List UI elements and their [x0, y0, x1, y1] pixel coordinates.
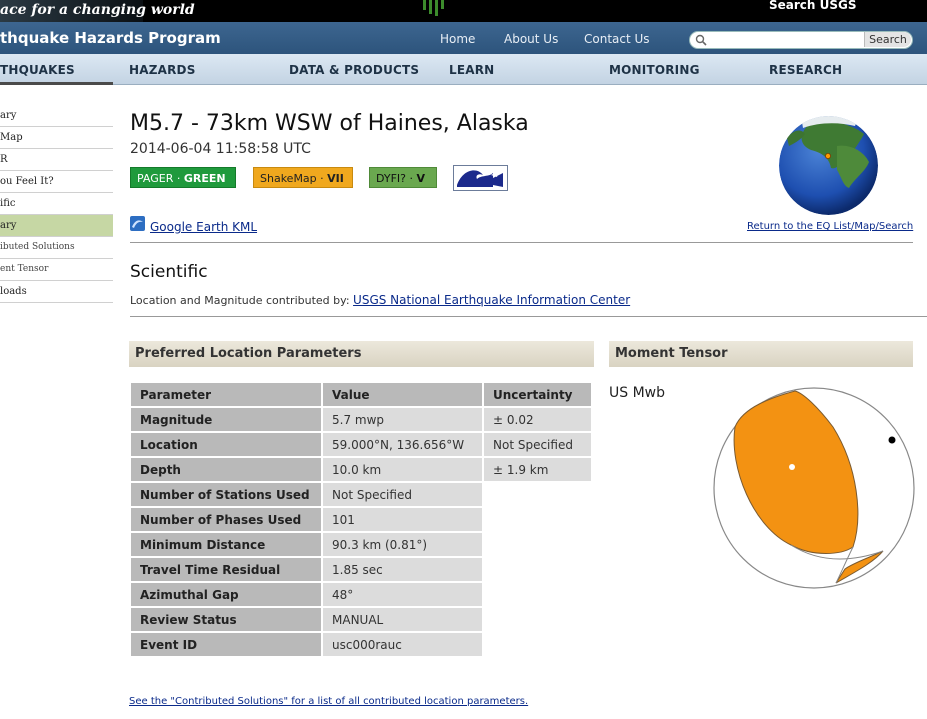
param-name: Minimum Distance — [131, 533, 321, 556]
divider — [130, 242, 913, 243]
home-link[interactable]: Home — [440, 32, 475, 46]
nav-research[interactable]: RESEARCH — [769, 63, 842, 77]
param-name: Number of Phases Used — [131, 508, 321, 531]
param-name: Event ID — [131, 633, 321, 656]
param-value: 48° — [323, 583, 482, 606]
shakemap-badge[interactable]: ShakeMap · VII — [253, 167, 353, 188]
preferred-location-heading: Preferred Location Parameters — [129, 341, 594, 367]
neic-link[interactable]: USGS National Earthquake Information Cen… — [353, 293, 630, 307]
param-uncertainty: Not Specified — [484, 433, 591, 456]
event-title: M5.7 - 73km WSW of Haines, Alaska — [130, 111, 529, 136]
usgs-tagline: ace for a changing world — [0, 2, 195, 18]
sidebar-item-summary[interactable]: ary — [0, 105, 113, 127]
contact-us-link[interactable]: Contact Us — [584, 32, 650, 46]
param-value: usc000rauc — [323, 633, 482, 656]
param-value: 101 — [323, 508, 482, 531]
pager-badge[interactable]: PAGER · GREEN — [130, 167, 236, 188]
dyfi-badge-label: DYFI? · — [376, 172, 417, 185]
return-to-eq-list-link[interactable]: Return to the EQ List/Map/Search — [747, 221, 913, 232]
pager-badge-label: PAGER · — [137, 172, 184, 185]
pager-badge-value: GREEN — [183, 172, 226, 185]
table-row: Minimum Distance 90.3 km (0.81°) — [131, 533, 591, 556]
param-value: MANUAL — [323, 608, 482, 631]
table-row: Event ID usc000rauc — [131, 633, 591, 656]
shakemap-badge-value: VII — [327, 172, 344, 185]
nav-learn[interactable]: LEARN — [449, 63, 494, 77]
param-uncertainty: ± 1.9 km — [484, 458, 591, 481]
program-title[interactable]: thquake Hazards Program — [0, 29, 221, 47]
column-parameter: Parameter — [131, 383, 321, 406]
table-row: Number of Stations Used Not Specified — [131, 483, 591, 506]
moment-tensor-source: US Mwb — [609, 385, 665, 401]
column-uncertainty: Uncertainty — [484, 383, 591, 406]
globe-map-icon[interactable] — [779, 116, 878, 215]
usgs-logo-mark-icon — [423, 0, 444, 16]
contributed-solutions-link[interactable]: See the "Contributed Solutions" for a li… — [129, 696, 528, 707]
search-button[interactable]: Search — [864, 32, 911, 47]
t-axis-dot — [789, 464, 795, 470]
nav-active-indicator — [0, 82, 113, 85]
divider — [130, 316, 927, 317]
usgs-top-bar: ace for a changing world Search USGS — [0, 0, 927, 22]
param-name: Magnitude — [131, 408, 321, 431]
p-axis-dot — [888, 436, 896, 444]
tsunami-icon[interactable] — [453, 165, 508, 191]
param-name: Location — [131, 433, 321, 456]
sidebar-item-map[interactable]: Map — [0, 127, 113, 149]
table-row: Number of Phases Used 101 — [131, 508, 591, 531]
sidebar-item-pager[interactable]: R — [0, 149, 113, 171]
table-row: Magnitude 5.7 mwp ± 0.02 — [131, 408, 591, 431]
search-icon — [695, 34, 707, 46]
moment-tensor-heading: Moment Tensor — [609, 341, 913, 367]
sidebar-item-contributed-solutions[interactable]: ibuted Solutions — [0, 237, 113, 259]
param-name: Review Status — [131, 608, 321, 631]
nav-earthquakes[interactable]: THQUAKES — [0, 63, 75, 77]
sidebar-item-scientific-summary[interactable]: ary — [0, 215, 113, 237]
search-usgs-link[interactable]: Search USGS — [769, 0, 857, 12]
table-row: Depth 10.0 km ± 1.9 km — [131, 458, 591, 481]
param-value: 90.3 km (0.81°) — [323, 533, 482, 556]
contributed-by: Location and Magnitude contributed by: U… — [130, 293, 630, 307]
sidebar-item-moment-tensor[interactable]: ent Tensor — [0, 259, 113, 281]
param-uncertainty: ± 0.02 — [484, 408, 591, 431]
event-sidebar: ary Map R ou Feel It? ific ary ibuted So… — [0, 105, 113, 303]
param-name: Travel Time Residual — [131, 558, 321, 581]
param-name: Number of Stations Used — [131, 483, 321, 506]
table-row: Location 59.000°N, 136.656°W Not Specifi… — [131, 433, 591, 456]
sidebar-item-scientific[interactable]: ific — [0, 193, 113, 215]
param-value: 1.85 sec — [323, 558, 482, 581]
about-us-link[interactable]: About Us — [504, 32, 558, 46]
location-parameters-table: Parameter Value Uncertainty Magnitude 5.… — [129, 381, 593, 658]
nav-hazards[interactable]: HAZARDS — [129, 63, 196, 77]
google-earth-icon[interactable] — [130, 216, 145, 231]
program-bar: thquake Hazards Program Home About Us Co… — [0, 22, 927, 54]
param-value: 5.7 mwp — [323, 408, 482, 431]
param-value: Not Specified — [323, 483, 482, 506]
dyfi-badge-value: V — [416, 172, 426, 185]
table-header-row: Parameter Value Uncertainty — [131, 383, 591, 406]
shakemap-badge-label: ShakeMap · — [260, 172, 328, 185]
beachball-diagram[interactable] — [713, 387, 915, 589]
dyfi-badge[interactable]: DYFI? · V — [369, 167, 437, 188]
table-row: Review Status MANUAL — [131, 608, 591, 631]
param-name: Depth — [131, 458, 321, 481]
column-value: Value — [323, 383, 482, 406]
event-datetime: 2014-06-04 11:58:58 UTC — [130, 141, 311, 157]
section-heading: Scientific — [130, 262, 208, 282]
contributed-by-label: Location and Magnitude contributed by: — [130, 294, 354, 307]
sidebar-item-downloads[interactable]: loads — [0, 281, 113, 303]
google-earth-kml-link[interactable]: Google Earth KML — [150, 220, 257, 234]
nav-data-products[interactable]: DATA & PRODUCTS — [289, 63, 419, 77]
table-row: Azimuthal Gap 48° — [131, 583, 591, 606]
param-name: Azimuthal Gap — [131, 583, 321, 606]
main-nav: THQUAKES HAZARDS DATA & PRODUCTS LEARN M… — [0, 54, 927, 85]
nav-monitoring[interactable]: MONITORING — [609, 63, 700, 77]
sidebar-item-dyfi[interactable]: ou Feel It? — [0, 171, 113, 193]
table-row: Travel Time Residual 1.85 sec — [131, 558, 591, 581]
param-value: 10.0 km — [323, 458, 482, 481]
param-value: 59.000°N, 136.656°W — [323, 433, 482, 456]
